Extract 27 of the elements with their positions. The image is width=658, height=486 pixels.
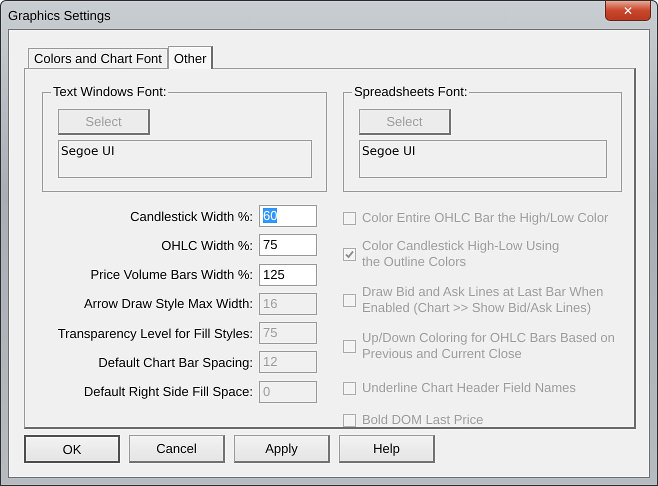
field-label: Candlestick Width %:	[130, 208, 253, 224]
checkbox-label: Bold DOM Last Price	[362, 412, 484, 428]
font-sample: Segoe UI	[358, 140, 607, 178]
dialog-button[interactable]: OK	[24, 435, 120, 463]
tab[interactable]: Other	[168, 46, 214, 69]
dialog-button[interactable]: Apply	[234, 435, 330, 463]
dialog-button[interactable]: Help	[339, 435, 435, 463]
checkbox-label: Color Candlestick High-Low Using the Outline Colors	[362, 238, 560, 270]
checkbox-label: Color Entire OHLC Bar the High/Low Color	[362, 210, 608, 226]
input-field[interactable]: 75	[259, 234, 317, 256]
tab[interactable]: Colors and Chart Font	[28, 48, 168, 68]
field-label: Price Volume Bars Width %:	[90, 267, 253, 282]
close-button[interactable]: ✕	[605, 1, 651, 21]
checkbox-label: Draw Bid and Ask Lines at Last Bar When Enabled (Chart >> Show Bid/Ask Lines)	[362, 284, 604, 316]
field-label: Arrow Draw Style Max Width:	[84, 296, 253, 312]
group-title: Spreadsheets Font:	[352, 84, 470, 99]
field-label: Transparency Level for Fill Styles:	[58, 326, 253, 341]
window-title: Graphics Settings	[8, 8, 111, 23]
group-title: Text Windows Font:	[51, 84, 168, 99]
field-label: Default Chart Bar Spacing:	[98, 354, 253, 370]
font-sample: Segoe UI	[58, 140, 312, 178]
checkbox-label: Underline Chart Header Field Names	[362, 380, 576, 396]
field-label: OHLC Width %:	[161, 238, 253, 253]
dialog-button[interactable]: Cancel	[129, 435, 225, 463]
field-label: Default Right Side Fill Space:	[84, 384, 253, 400]
checkbox-label: Up/Down Coloring for OHLC Bars Based on Previous and Current Close	[362, 330, 615, 362]
input-field[interactable]: 125	[259, 264, 317, 286]
